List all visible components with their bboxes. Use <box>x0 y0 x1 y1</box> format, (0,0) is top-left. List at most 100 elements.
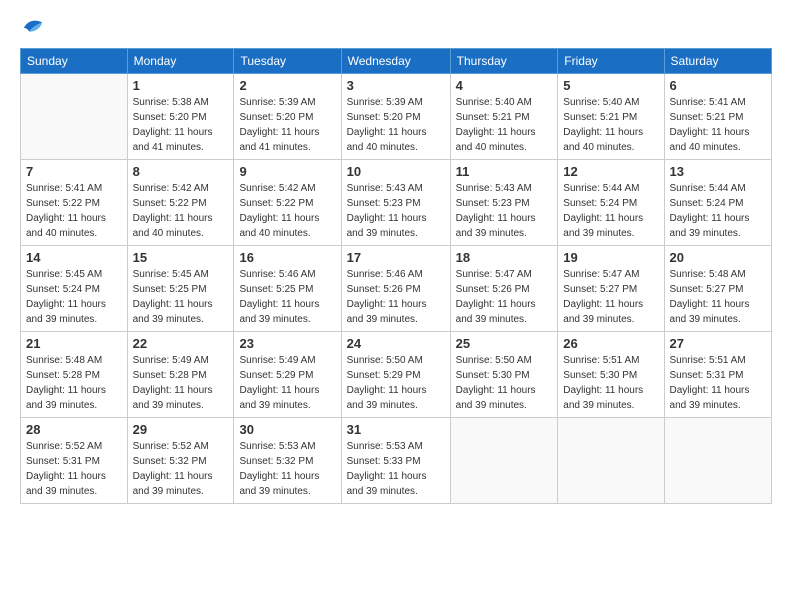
day-info: Sunrise: 5:44 AMSunset: 5:24 PMDaylight:… <box>670 181 766 241</box>
day-number: 8 <box>133 164 229 179</box>
logo <box>20 18 44 38</box>
day-info: Sunrise: 5:44 AMSunset: 5:24 PMDaylight:… <box>563 181 658 241</box>
logo-bird-icon <box>22 18 44 38</box>
weekday-header-monday: Monday <box>127 49 234 74</box>
day-number: 31 <box>347 422 445 437</box>
day-number: 1 <box>133 78 229 93</box>
day-info: Sunrise: 5:39 AMSunset: 5:20 PMDaylight:… <box>347 95 445 155</box>
day-number: 15 <box>133 250 229 265</box>
calendar-cell: 20Sunrise: 5:48 AMSunset: 5:27 PMDayligh… <box>664 246 771 332</box>
day-number: 26 <box>563 336 658 351</box>
day-number: 27 <box>670 336 766 351</box>
calendar-cell: 15 Sunrise: 5:45 AMSunset: 5:25 PMDayligh… <box>127 246 234 332</box>
day-info: Sunrise: 5:46 AMSunset: 5:26 PMDaylight:… <box>347 267 445 327</box>
calendar-cell: 27 Sunrise: 5:51 AMSunset: 5:31 PMDayligh… <box>664 332 771 418</box>
weekday-header-thursday: Thursday <box>450 49 558 74</box>
calendar-cell: 26 Sunrise: 5:51 AMSunset: 5:30 PMDayligh… <box>558 332 664 418</box>
day-info: Sunrise: 5:49 AMSunset: 5:28 PMDaylight:… <box>133 353 229 413</box>
calendar-table: SundayMondayTuesdayWednesdayThursdayFrid… <box>20 48 772 504</box>
day-info: Sunrise: 5:53 AMSunset: 5:33 PMDaylight:… <box>347 439 445 499</box>
day-number: 19 <box>563 250 658 265</box>
calendar-cell: 11 Sunrise: 5:43 AMSunset: 5:23 PMDayligh… <box>450 160 558 246</box>
calendar-cell: 23 Sunrise: 5:49 AMSunset: 5:29 PMDayligh… <box>234 332 341 418</box>
day-info: Sunrise: 5:42 AMSunset: 5:22 PMDaylight:… <box>239 181 335 241</box>
calendar-cell: 14Sunrise: 5:45 AMSunset: 5:24 PMDayligh… <box>21 246 128 332</box>
day-number: 21 <box>26 336 122 351</box>
day-number: 22 <box>133 336 229 351</box>
calendar-cell: 13 Sunrise: 5:44 AMSunset: 5:24 PMDayligh… <box>664 160 771 246</box>
calendar-cell: 19 Sunrise: 5:47 AMSunset: 5:27 PMDayligh… <box>558 246 664 332</box>
calendar-cell: 30 Sunrise: 5:53 AMSunset: 5:32 PMDayligh… <box>234 418 341 504</box>
day-info: Sunrise: 5:43 AMSunset: 5:23 PMDaylight:… <box>456 181 553 241</box>
day-number: 11 <box>456 164 553 179</box>
day-info: Sunrise: 5:53 AMSunset: 5:32 PMDaylight:… <box>239 439 335 499</box>
day-info: Sunrise: 5:38 AMSunset: 5:20 PMDaylight:… <box>133 95 229 155</box>
day-number: 2 <box>239 78 335 93</box>
day-info: Sunrise: 5:52 AMSunset: 5:32 PMDaylight:… <box>133 439 229 499</box>
day-number: 29 <box>133 422 229 437</box>
calendar-cell: 12 Sunrise: 5:44 AMSunset: 5:24 PMDayligh… <box>558 160 664 246</box>
day-info: Sunrise: 5:52 AMSunset: 5:31 PMDaylight:… <box>26 439 122 499</box>
day-number: 5 <box>563 78 658 93</box>
day-number: 18 <box>456 250 553 265</box>
day-info: Sunrise: 5:48 AMSunset: 5:27 PMDaylight:… <box>670 267 766 327</box>
day-info: Sunrise: 5:47 AMSunset: 5:27 PMDaylight:… <box>563 267 658 327</box>
calendar-cell: 3 Sunrise: 5:39 AMSunset: 5:20 PMDaylight… <box>341 74 450 160</box>
day-number: 17 <box>347 250 445 265</box>
day-info: Sunrise: 5:45 AMSunset: 5:25 PMDaylight:… <box>133 267 229 327</box>
day-number: 30 <box>239 422 335 437</box>
day-number: 25 <box>456 336 553 351</box>
day-info: Sunrise: 5:51 AMSunset: 5:30 PMDaylight:… <box>563 353 658 413</box>
day-number: 6 <box>670 78 766 93</box>
day-number: 28 <box>26 422 122 437</box>
day-info: Sunrise: 5:40 AMSunset: 5:21 PMDaylight:… <box>456 95 553 155</box>
calendar-cell: 24 Sunrise: 5:50 AMSunset: 5:29 PMDayligh… <box>341 332 450 418</box>
day-number: 3 <box>347 78 445 93</box>
calendar-cell: 25 Sunrise: 5:50 AMSunset: 5:30 PMDayligh… <box>450 332 558 418</box>
day-number: 16 <box>239 250 335 265</box>
day-number: 10 <box>347 164 445 179</box>
calendar-week-row: 7Sunrise: 5:41 AMSunset: 5:22 PMDaylight… <box>21 160 772 246</box>
calendar-cell: 4 Sunrise: 5:40 AMSunset: 5:21 PMDaylight… <box>450 74 558 160</box>
calendar-cell: 29 Sunrise: 5:52 AMSunset: 5:32 PMDayligh… <box>127 418 234 504</box>
day-number: 24 <box>347 336 445 351</box>
calendar-week-row: 28 Sunrise: 5:52 AMSunset: 5:31 PMDayligh… <box>21 418 772 504</box>
calendar-cell: 8 Sunrise: 5:42 AMSunset: 5:22 PMDaylight… <box>127 160 234 246</box>
day-info: Sunrise: 5:46 AMSunset: 5:25 PMDaylight:… <box>239 267 335 327</box>
calendar-cell: 7Sunrise: 5:41 AMSunset: 5:22 PMDaylight… <box>21 160 128 246</box>
day-info: Sunrise: 5:51 AMSunset: 5:31 PMDaylight:… <box>670 353 766 413</box>
day-info: Sunrise: 5:45 AMSunset: 5:24 PMDaylight:… <box>26 267 122 327</box>
day-number: 9 <box>239 164 335 179</box>
day-info: Sunrise: 5:47 AMSunset: 5:26 PMDaylight:… <box>456 267 553 327</box>
calendar-cell: 2 Sunrise: 5:39 AMSunset: 5:20 PMDaylight… <box>234 74 341 160</box>
weekday-header-sunday: Sunday <box>21 49 128 74</box>
calendar-cell: 21 Sunrise: 5:48 AMSunset: 5:28 PMDayligh… <box>21 332 128 418</box>
calendar-cell: 6 Sunrise: 5:41 AMSunset: 5:21 PMDaylight… <box>664 74 771 160</box>
calendar-cell <box>664 418 771 504</box>
day-info: Sunrise: 5:42 AMSunset: 5:22 PMDaylight:… <box>133 181 229 241</box>
day-info: Sunrise: 5:49 AMSunset: 5:29 PMDaylight:… <box>239 353 335 413</box>
weekday-header-wednesday: Wednesday <box>341 49 450 74</box>
page-header <box>20 18 772 38</box>
weekday-header-row: SundayMondayTuesdayWednesdayThursdayFrid… <box>21 49 772 74</box>
calendar-cell: 28 Sunrise: 5:52 AMSunset: 5:31 PMDayligh… <box>21 418 128 504</box>
calendar-page: SundayMondayTuesdayWednesdayThursdayFrid… <box>0 0 792 612</box>
day-number: 12 <box>563 164 658 179</box>
calendar-week-row: 21 Sunrise: 5:48 AMSunset: 5:28 PMDayligh… <box>21 332 772 418</box>
day-number: 7 <box>26 164 122 179</box>
weekday-header-friday: Friday <box>558 49 664 74</box>
calendar-cell: 18 Sunrise: 5:47 AMSunset: 5:26 PMDayligh… <box>450 246 558 332</box>
day-info: Sunrise: 5:50 AMSunset: 5:29 PMDaylight:… <box>347 353 445 413</box>
calendar-cell: 10Sunrise: 5:43 AMSunset: 5:23 PMDayligh… <box>341 160 450 246</box>
calendar-week-row: 1 Sunrise: 5:38 AMSunset: 5:20 PMDaylight… <box>21 74 772 160</box>
day-number: 4 <box>456 78 553 93</box>
calendar-cell: 22 Sunrise: 5:49 AMSunset: 5:28 PMDayligh… <box>127 332 234 418</box>
day-number: 13 <box>670 164 766 179</box>
day-info: Sunrise: 5:48 AMSunset: 5:28 PMDaylight:… <box>26 353 122 413</box>
day-info: Sunrise: 5:50 AMSunset: 5:30 PMDaylight:… <box>456 353 553 413</box>
calendar-week-row: 14Sunrise: 5:45 AMSunset: 5:24 PMDayligh… <box>21 246 772 332</box>
day-info: Sunrise: 5:39 AMSunset: 5:20 PMDaylight:… <box>239 95 335 155</box>
day-info: Sunrise: 5:41 AMSunset: 5:21 PMDaylight:… <box>670 95 766 155</box>
weekday-header-tuesday: Tuesday <box>234 49 341 74</box>
day-number: 23 <box>239 336 335 351</box>
